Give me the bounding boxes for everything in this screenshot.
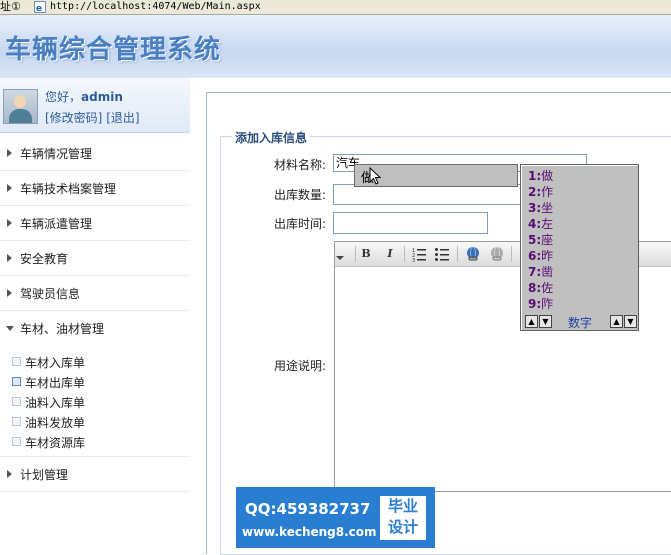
italic-button[interactable]: I [382,246,398,262]
svg-text:3: 3 [412,258,415,262]
submenu-label: 车材资源库 [25,436,86,450]
ime-candidate[interactable]: 2:作 [528,184,553,200]
ime-candidate[interactable]: 9:阼 [528,296,553,312]
arrow-right-icon [7,149,12,157]
ime-candidate[interactable]: 7:凿 [528,264,553,280]
menu-tech-archive[interactable]: 车辆技术档案管理 [0,171,190,206]
address-label: 址① [0,0,21,13]
submenu-label: 车材出库单 [25,376,86,390]
unlink-icon[interactable] [489,246,505,262]
submenu-label: 车材入库单 [25,356,86,370]
ime-candidate-list: 1:做 2:作 3:坐 4:左 5:座 6:昨 7:凿 8:佐 9:阼 [524,168,634,314]
submenu-material-library[interactable]: 车材资源库 [12,433,182,451]
bullet-icon [12,437,21,446]
app-title: 车辆综合管理系统 [5,35,222,65]
menu-dispatch[interactable]: 车辆派遣管理 [0,206,190,241]
avatar [3,89,38,124]
badge-line-2: 设计 [387,518,418,536]
greeting: 您好，admin [45,88,123,105]
toolbar-separator [404,246,405,262]
time-label: 出库时间: [274,217,327,231]
ime-page-down-icon[interactable]: ▼ [539,315,552,328]
ime-candidate[interactable]: 3:坐 [528,200,553,216]
arrow-right-icon [7,289,12,297]
menu-label: 安全教育 [20,252,69,266]
submenu-material-out[interactable]: 车材出库单 [12,373,182,391]
avatar-head [14,95,26,108]
arrow-down-icon [6,326,14,331]
submenu-label: 油料入库单 [25,396,86,410]
banner-site: www.kecheng8.com [242,525,377,539]
url-input[interactable]: http://localhost:4074/Web/Main.aspx [50,0,261,14]
arrow-right-icon [7,184,12,192]
banner-qq: QQ:459382737 [245,500,371,518]
ime-footer: ▲ ▼ 数字 ▲ ▼ [522,314,637,330]
form-legend: 添加入库信息 [232,129,311,146]
user-links: [修改密码] [退出] [45,109,140,126]
banner-badge: 毕业 设计 [380,496,426,540]
toolbar-separator [355,246,356,262]
toolbar-separator [457,246,458,262]
link-icon[interactable] [465,246,481,262]
submenu-oil-issue[interactable]: 油料发放单 [12,413,182,431]
menu-label: 车辆技术档案管理 [20,182,117,196]
badge-line-1: 毕业 [387,497,418,515]
user-name: admin [81,90,123,104]
arrow-right-icon [7,219,12,227]
ime-scroll-up-icon[interactable]: ▲ [610,315,623,328]
sidebar: 您好，admin [修改密码] [退出] 车辆情况管理 车辆技术档案管理 车辆派… [0,78,190,553]
avatar-body [9,109,32,123]
menu-vehicle-status[interactable]: 车辆情况管理 [0,136,190,171]
app-header: 车辆综合管理系统 [0,15,671,78]
menu-label: 驾驶员信息 [20,287,81,301]
change-password-link[interactable]: [修改密码] [45,111,102,125]
bullet-icon [12,377,21,386]
arrow-right-icon [7,470,12,478]
ime-candidate[interactable]: 8:佐 [528,280,553,296]
ime-page-up-icon[interactable]: ▲ [525,315,538,328]
user-panel: 您好，admin [修改密码] [退出] [0,78,190,133]
material-name-label: 材料名称: [274,158,327,172]
ie-page-icon: e [34,1,46,13]
ime-composition-box: 做 [354,164,518,187]
menu-plan[interactable]: 计划管理 [0,456,190,492]
menu-label: 车材、油材管理 [20,322,105,336]
menu-label: 车辆情况管理 [20,147,93,161]
svg-text:e: e [36,4,42,13]
ordered-list-icon[interactable]: 1 2 3 [411,246,427,262]
quantity-label: 出库数量: [274,188,327,202]
menu-label: 车辆派遣管理 [20,217,93,231]
ime-candidate[interactable]: 1:做 [528,168,553,184]
logout-link[interactable]: [退出] [106,111,139,125]
submenu-oil-in[interactable]: 油料入库单 [12,393,182,411]
bullet-icon [12,357,21,366]
ad-banner[interactable]: QQ:459382737 www.kecheng8.com 毕业 设计 [236,487,435,548]
time-input[interactable] [333,212,488,234]
greeting-text: 您好， [45,90,82,104]
unordered-list-icon[interactable] [434,246,450,262]
ime-candidate-window: 1:做 2:作 3:坐 4:左 5:座 6:昨 7:凿 8:佐 9:阼 ▲ ▼ … [520,164,639,331]
ime-candidate[interactable]: 6:昨 [528,248,553,264]
menu-label: 计划管理 [20,468,69,482]
toolbar-collapse-icon[interactable] [336,256,344,260]
quantity-input[interactable] [333,184,521,205]
ime-candidate[interactable]: 5:座 [528,232,553,248]
menu-safety-education[interactable]: 安全教育 [0,241,190,276]
bullet-icon [12,397,21,406]
submenu-material-in[interactable]: 车材入库单 [12,353,182,371]
address-bar: 址① e http://localhost:4074/Web/Main.aspx [0,0,671,15]
arrow-right-icon [7,254,12,262]
toolbar-separator [511,246,512,262]
submenu-label: 油料发放单 [25,416,86,430]
ime-mode-label: 数字 [568,316,593,330]
menu-materials[interactable]: 车材、油材管理 [0,311,190,345]
mouse-cursor-icon [369,167,382,185]
ime-scroll-down-icon[interactable]: ▼ [624,315,637,328]
usage-label: 用途说明: [274,359,327,373]
menu-driver-info[interactable]: 驾驶员信息 [0,276,190,311]
ime-candidate[interactable]: 4:左 [528,216,553,232]
bullet-icon [12,417,21,426]
bold-button[interactable]: B [358,246,374,262]
